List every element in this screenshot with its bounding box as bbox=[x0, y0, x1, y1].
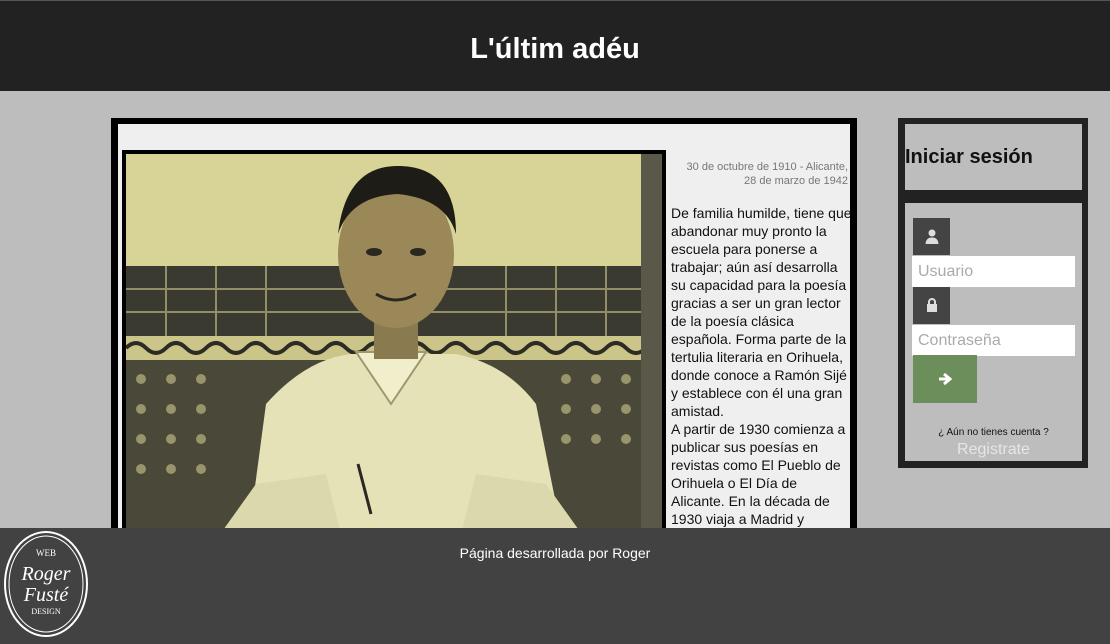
svg-text:DESIGN: DESIGN bbox=[31, 607, 61, 616]
page-title: L'últim adéu bbox=[470, 33, 640, 65]
portrait-photo bbox=[126, 154, 662, 538]
biography-paragraph: De familia humilde, tiene que abandonar … bbox=[671, 205, 850, 419]
article-content: 30 de octubre de 1910 - Alicante, 28 de … bbox=[118, 124, 850, 538]
biography-text: De familia humilde, tiene que abandonar … bbox=[671, 204, 850, 538]
portrait-frame bbox=[122, 150, 666, 538]
login-form: ¿ Aún no tienes cuenta ? Registrate bbox=[898, 196, 1088, 468]
login-submit-button[interactable] bbox=[913, 355, 977, 403]
lock-icon bbox=[913, 287, 950, 324]
birth-death-dates: 30 de octubre de 1910 - Alicante, 28 de … bbox=[686, 161, 848, 187]
site-footer: Página desarrollada por Roger WEB Roger … bbox=[0, 528, 1110, 644]
biography-paragraph: A partir de 1930 comienza a publicar sus… bbox=[671, 421, 846, 538]
roger-fuste-logo: WEB Roger Fusté DESIGN bbox=[4, 531, 88, 637]
article-card: 30 de octubre de 1910 - Alicante, 28 de … bbox=[111, 118, 857, 538]
login-title: Iniciar sesión bbox=[905, 146, 1033, 168]
site-header: L'últim adéu bbox=[0, 0, 1110, 91]
user-icon bbox=[913, 218, 950, 255]
password-input[interactable] bbox=[912, 325, 1075, 356]
arrow-right-icon bbox=[939, 373, 952, 385]
no-account-text: ¿ Aún no tienes cuenta ? bbox=[938, 427, 1049, 438]
svg-text:Fusté: Fusté bbox=[23, 584, 70, 606]
svg-text:WEB: WEB bbox=[36, 548, 56, 558]
register-link[interactable]: Registrate bbox=[905, 441, 1082, 459]
footer-credit: Página desarrollada por Roger bbox=[459, 545, 651, 561]
svg-text:Roger: Roger bbox=[21, 563, 71, 585]
login-header-box: Iniciar sesión bbox=[898, 118, 1088, 196]
username-input[interactable] bbox=[912, 256, 1075, 287]
